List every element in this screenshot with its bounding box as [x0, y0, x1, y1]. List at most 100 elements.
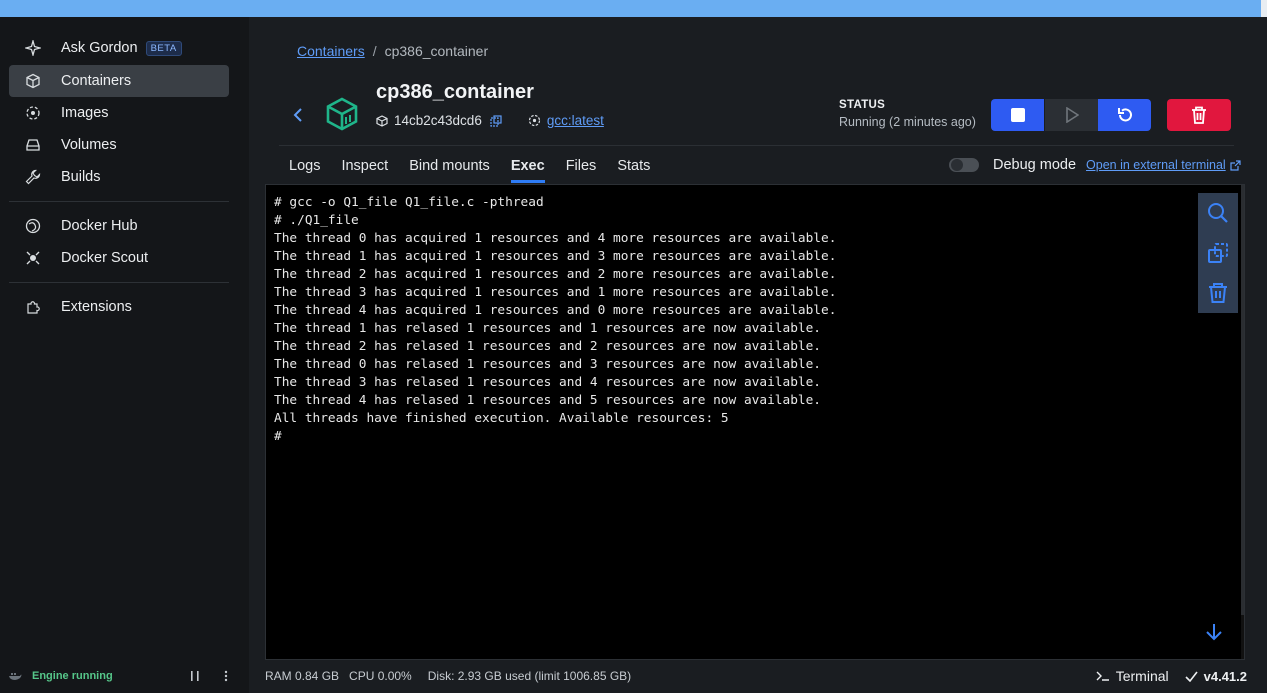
sidebar-divider — [9, 201, 229, 202]
image-icon — [528, 114, 541, 127]
terminal-prompt-icon — [1096, 670, 1110, 682]
container-name: cp386_container — [376, 81, 534, 103]
sidebar-item-label: Extensions — [61, 299, 132, 315]
sidebar-item-docker-scout[interactable]: Docker Scout — [9, 242, 229, 274]
puzzle-icon — [25, 299, 41, 315]
more-menu-icon[interactable] — [222, 670, 230, 682]
terminal-scrollbar[interactable] — [1241, 185, 1244, 659]
sidebar-item-ask-gordon[interactable]: Ask Gordon BETA — [9, 32, 229, 64]
terminal-line: # gcc -o Q1_file Q1_file.c -pthread — [274, 195, 544, 210]
sidebar-item-label: Containers — [61, 73, 132, 89]
images-icon — [25, 105, 41, 121]
search-icon[interactable] — [1198, 193, 1238, 233]
sidebar-item-label: Images — [61, 105, 109, 121]
main-panel: Containers / cp386_container cp386_conta… — [249, 17, 1267, 693]
terminal-scrollbar-thumb[interactable] — [1241, 185, 1244, 615]
image-link[interactable]: gcc:latest — [547, 113, 604, 128]
terminal-button[interactable]: Terminal — [1096, 668, 1169, 684]
terminal-line: The thread 3 has relased 1 resources and… — [274, 375, 822, 390]
scout-icon — [25, 250, 41, 266]
sidebar-item-label: Docker Hub — [61, 218, 138, 234]
copy-output-icon[interactable] — [1198, 233, 1238, 273]
version-label: v4.41.2 — [1203, 668, 1247, 684]
container-cube-icon — [325, 97, 359, 131]
exec-terminal[interactable]: # gcc -o Q1_file Q1_file.c -pthread # ./Q… — [265, 184, 1245, 660]
status-bar-right: Terminal v4.41.2 — [1096, 668, 1247, 684]
ram-usage: RAM 0.84 GB — [265, 669, 340, 683]
breadcrumb: Containers / cp386_container — [297, 43, 488, 59]
stop-icon — [1010, 107, 1026, 123]
terminal-line: The thread 2 has acquired 1 resources an… — [274, 267, 837, 282]
check-icon — [1185, 671, 1198, 682]
sidebar-item-label: Volumes — [61, 137, 117, 153]
external-link-icon[interactable] — [1230, 159, 1241, 171]
status-block: STATUS Running (2 minutes ago) — [839, 99, 976, 129]
status-title: STATUS — [839, 99, 886, 111]
debug-controls: Debug mode Open in external terminal — [949, 157, 1241, 173]
sidebar-item-images[interactable]: Images — [9, 97, 229, 129]
breadcrumb-containers-link[interactable]: Containers — [297, 43, 365, 59]
breadcrumb-separator: / — [372, 43, 377, 59]
terminal-label: Terminal — [1115, 668, 1169, 684]
tab-inspect[interactable]: Inspect — [341, 151, 388, 183]
terminal-line: The thread 0 has relased 1 resources and… — [274, 357, 822, 372]
terminal-output: # gcc -o Q1_file Q1_file.c -pthread # ./Q… — [274, 194, 836, 446]
tab-stats[interactable]: Stats — [617, 151, 650, 183]
tab-exec[interactable]: Exec — [510, 151, 545, 183]
engine-status: Engine running — [32, 670, 113, 682]
sidebar: Ask Gordon BETA Containers Images Volume… — [0, 17, 249, 693]
sidebar-item-extensions[interactable]: Extensions — [9, 291, 229, 323]
terminal-line: The thread 4 has relased 1 resources and… — [274, 393, 822, 408]
cube-icon — [376, 114, 388, 127]
whale-icon — [8, 670, 22, 682]
tab-bind-mounts[interactable]: Bind mounts — [409, 151, 490, 183]
version-indicator[interactable]: v4.41.2 — [1185, 669, 1247, 684]
sidebar-item-builds[interactable]: Builds — [9, 161, 229, 193]
hub-icon — [25, 218, 41, 234]
sidebar-item-label: Ask Gordon — [61, 40, 138, 56]
restart-icon — [1116, 106, 1134, 124]
status-value: Running (2 minutes ago) — [839, 115, 976, 129]
wrench-icon — [25, 169, 41, 185]
tab-files[interactable]: Files — [566, 151, 597, 183]
tab-logs[interactable]: Logs — [289, 151, 320, 183]
terminal-line: The thread 3 has acquired 1 resources an… — [274, 285, 837, 300]
scroll-to-bottom-icon[interactable] — [1204, 622, 1224, 642]
terminal-line: # — [274, 429, 282, 444]
restart-button[interactable] — [1098, 99, 1151, 131]
open-external-terminal-link[interactable]: Open in external terminal — [1086, 158, 1226, 172]
terminal-line: The thread 1 has relased 1 resources and… — [274, 321, 822, 336]
terminal-line: All threads have finished execution. Ava… — [274, 411, 729, 426]
sidebar-divider — [9, 282, 229, 283]
start-button[interactable] — [1045, 99, 1098, 131]
sidebar-footer: Engine running — [0, 659, 249, 693]
debug-mode-toggle[interactable] — [949, 158, 979, 172]
window-top-bar-edge — [1261, 0, 1267, 17]
pause-icon[interactable] — [189, 670, 201, 682]
cpu-usage: CPU 0.00% — [349, 669, 412, 683]
sidebar-item-containers[interactable]: Containers — [9, 65, 229, 97]
tab-bar: Logs Inspect Bind mounts Exec Files Stat… — [289, 151, 671, 183]
copy-icon[interactable] — [490, 114, 502, 127]
beta-badge: BETA — [145, 40, 182, 56]
disk-usage: Disk: 2.93 GB used (limit 1006.85 GB) — [427, 669, 632, 683]
header-divider — [279, 145, 1234, 146]
status-bar: RAM 0.84 GB CPU 0.00% Disk: 2.93 GB used… — [249, 659, 1267, 693]
debug-mode-label: Debug mode — [993, 157, 1077, 173]
sidebar-item-label: Builds — [61, 169, 101, 185]
sidebar-item-volumes[interactable]: Volumes — [9, 129, 229, 161]
terminal-line: The thread 2 has relased 1 resources and… — [274, 339, 822, 354]
terminal-line: The thread 1 has acquired 1 resources an… — [274, 249, 837, 264]
stop-button[interactable] — [991, 99, 1044, 131]
terminal-line: # ./Q1_file — [274, 213, 359, 228]
clear-trash-icon[interactable] — [1198, 273, 1238, 313]
container-id: 14cb2c43dcd6 — [394, 113, 482, 128]
container-icon — [25, 73, 41, 89]
sidebar-item-docker-hub[interactable]: Docker Hub — [9, 210, 229, 242]
delete-button[interactable] — [1167, 99, 1231, 131]
back-chevron-icon[interactable] — [291, 105, 305, 125]
window-top-bar — [0, 0, 1267, 17]
sidebar-item-label: Docker Scout — [61, 250, 149, 266]
volumes-icon — [25, 137, 41, 153]
terminal-line: The thread 0 has acquired 1 resources an… — [274, 231, 837, 246]
